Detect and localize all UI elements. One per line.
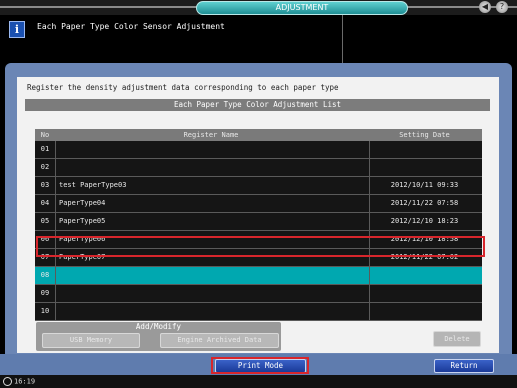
col-name-header: Register Name xyxy=(183,131,239,139)
col-date-header: Setting Date xyxy=(399,131,450,139)
row-register-name xyxy=(56,141,370,158)
instruction-text: Register the density adjustment data cor… xyxy=(27,83,339,92)
row-setting-date xyxy=(367,141,482,158)
table-row[interactable]: 10 xyxy=(35,303,482,321)
row-setting-date xyxy=(367,159,482,176)
row-no: 04 xyxy=(35,195,56,212)
sound-icon[interactable]: ◀ xyxy=(479,1,491,13)
message-panel xyxy=(342,15,517,65)
table-row[interactable]: 02 xyxy=(35,159,482,177)
row-register-name xyxy=(56,159,370,176)
table-row[interactable]: 03 test PaperType03 2012/10/11 09:33 xyxy=(35,177,482,195)
row-register-name: PaperType05 xyxy=(56,213,370,230)
row-setting-date: 2012/10/11 09:33 xyxy=(390,181,459,189)
usb-memory-button[interactable]: USB Memory xyxy=(42,333,140,348)
row-setting-date xyxy=(367,267,482,284)
table-row[interactable]: 09 xyxy=(35,285,482,303)
selection-highlight xyxy=(36,236,485,257)
return-button[interactable]: Return xyxy=(434,359,494,373)
engine-archived-data-button[interactable]: Engine Archived Data xyxy=(160,333,279,348)
table-row[interactable]: 04 PaperType04 2012/11/22 07:58 xyxy=(35,195,482,213)
row-register-name: test PaperType03 xyxy=(56,177,370,194)
add-modify-label: Add/Modify xyxy=(135,322,182,331)
row-register-name xyxy=(56,303,370,320)
row-setting-date xyxy=(367,303,482,320)
table-row[interactable]: 05 PaperType05 2012/12/10 18:23 xyxy=(35,213,482,231)
row-setting-date: 2012/11/22 07:58 xyxy=(390,199,459,207)
row-no: 08 xyxy=(35,267,56,284)
col-no-header: No xyxy=(40,131,50,139)
row-register-name xyxy=(56,267,370,284)
row-setting-date xyxy=(367,285,482,302)
table-row[interactable]: 08 xyxy=(35,267,482,285)
row-no: 09 xyxy=(35,285,56,302)
row-no: 03 xyxy=(35,177,56,194)
window-title: ADJUSTMENT xyxy=(196,1,408,15)
row-register-name: PaperType04 xyxy=(56,195,370,212)
page-title: Each Paper Type Color Sensor Adjustment xyxy=(37,22,225,31)
row-no: 05 xyxy=(35,213,56,230)
status-strip xyxy=(0,375,517,388)
table-header: No Register Name Setting Date xyxy=(35,129,482,141)
delete-button[interactable]: Delete xyxy=(433,331,481,347)
row-no: 02 xyxy=(35,159,56,176)
table-row[interactable]: 01 xyxy=(35,141,482,159)
clock: 16:19 xyxy=(3,377,35,386)
row-setting-date: 2012/12/10 18:23 xyxy=(390,217,459,225)
clock-icon xyxy=(3,377,12,386)
print-mode-highlight xyxy=(211,357,309,374)
row-register-name xyxy=(56,285,370,302)
clock-time: 16:19 xyxy=(14,377,36,386)
row-no: 10 xyxy=(35,303,56,320)
help-icon[interactable]: ? xyxy=(496,1,508,13)
row-no: 01 xyxy=(35,141,56,158)
info-icon: i xyxy=(9,21,25,38)
list-title: Each Paper Type Color Adjustment List xyxy=(25,99,490,111)
